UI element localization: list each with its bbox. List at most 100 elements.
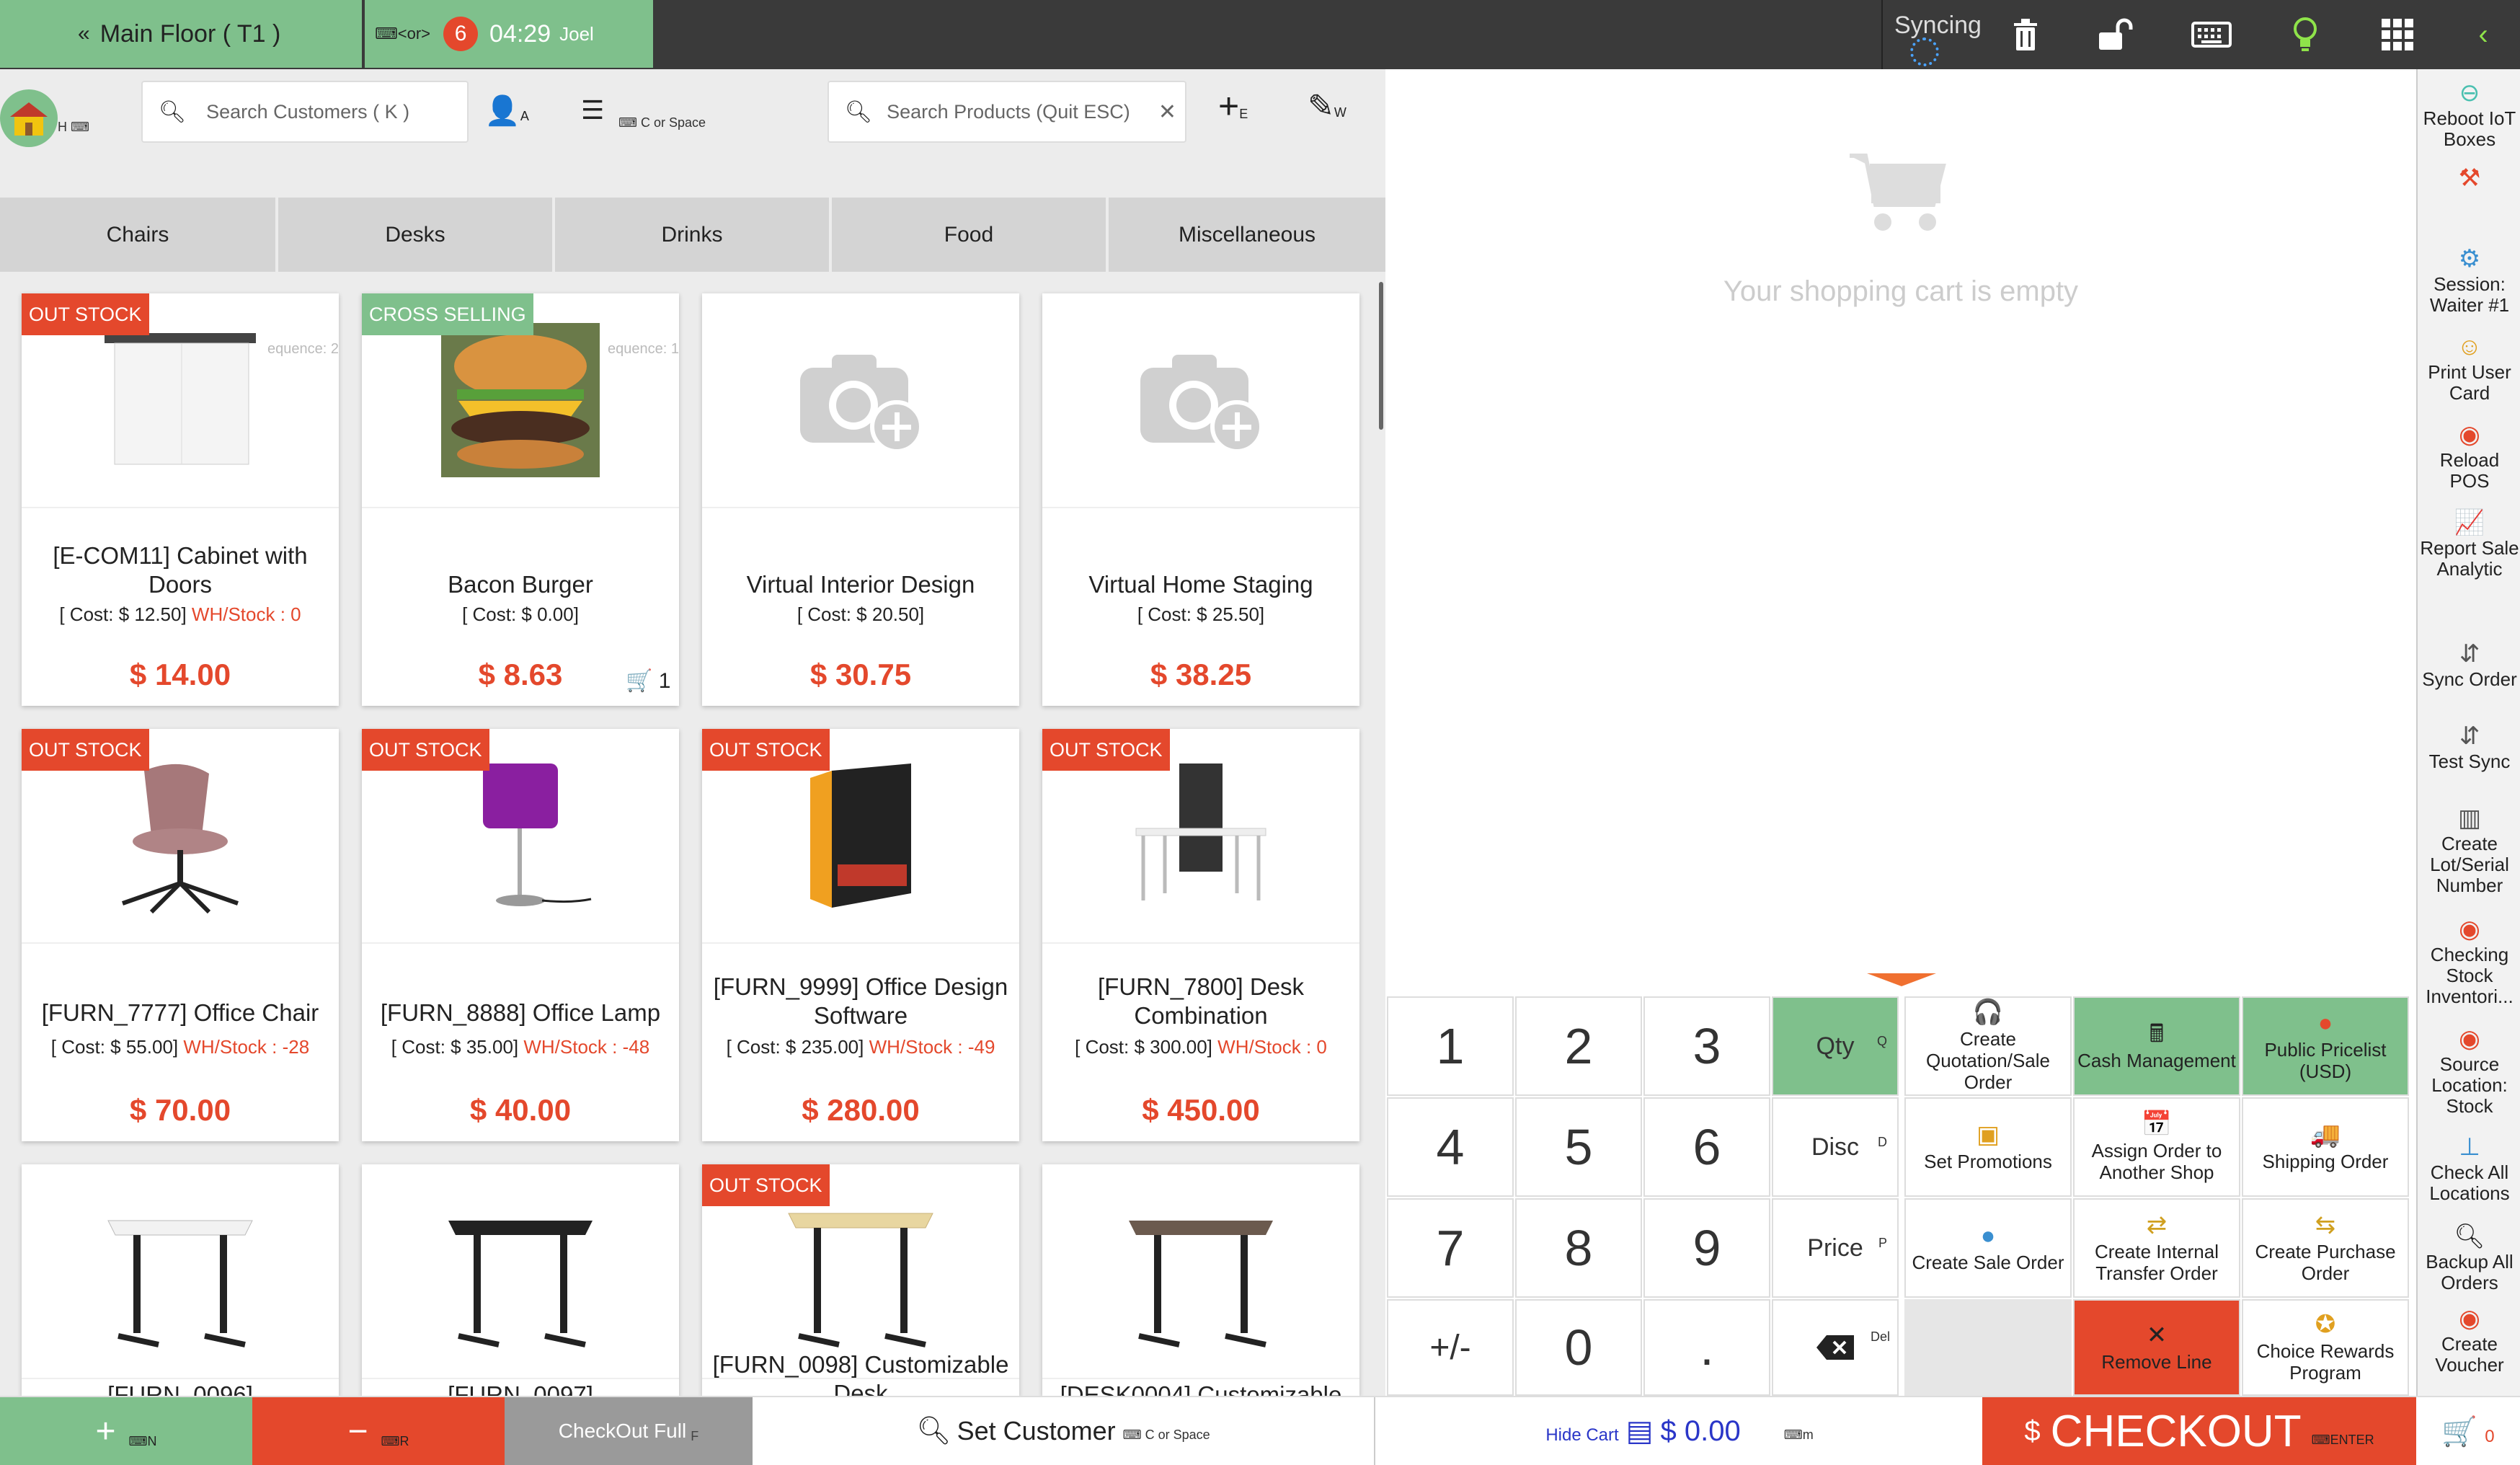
check-locations-button[interactable]: ⊥ Check All Locations — [2418, 1133, 2520, 1204]
assign-order-button[interactable]: 📅 Assign Order to Another Shop — [2073, 1097, 2240, 1197]
cross-selling-badge: CROSS SELLING — [362, 293, 533, 335]
checking-stock-button[interactable]: ◉ Checking Stock Inventori... — [2418, 916, 2520, 1007]
test-sync-button[interactable]: ⇵ Test Sync — [2418, 722, 2520, 772]
sync-order-button[interactable]: ⇵ Sync Order — [2418, 640, 2520, 690]
numpad-key-plusminus[interactable]: +/- — [1387, 1299, 1514, 1396]
price-mode-button[interactable]: Price P — [1772, 1198, 1899, 1298]
numpad-key-0[interactable]: 0 — [1515, 1299, 1642, 1396]
print-user-card-button[interactable]: ☺ Print User Card — [2418, 333, 2520, 404]
add-product-icon[interactable]: +E — [1218, 85, 1248, 127]
barcode-icon: ▥ — [2457, 805, 2482, 832]
create-voucher-button[interactable]: ◉ Create Voucher — [2418, 1305, 2520, 1376]
lightbulb-icon[interactable] — [2276, 0, 2334, 69]
category-chairs[interactable]: Chairs — [0, 198, 275, 272]
product-price: $ 450.00 — [1142, 1093, 1260, 1127]
customer-search-input[interactable]: Search Customers ( K ) — [206, 101, 409, 123]
product-name: [E-COM11] Cabinet with Doors — [53, 542, 308, 598]
hide-cart-link[interactable]: Hide Cart — [1545, 1425, 1618, 1446]
unlock-icon[interactable] — [2087, 0, 2144, 69]
minus-quantity-button[interactable]: − ⌨R — [252, 1397, 505, 1465]
numpad-key-8[interactable]: 8 — [1515, 1198, 1642, 1298]
top-bar: « Main Floor ( T1 ) ⌨<or> 6 04:29 Joel S… — [0, 0, 2520, 69]
product-search-input[interactable]: Search Products (Quit ESC) — [887, 101, 1130, 123]
checkout-full-button[interactable]: CheckOut Full F — [505, 1397, 753, 1465]
keyboard-icon[interactable] — [2183, 0, 2240, 69]
report-sale-button[interactable]: 📈 Report Sale Analytic — [2418, 509, 2520, 580]
product-cost: [ Cost: $ 35.00] WH/Stock : -48 — [391, 1036, 650, 1058]
remove-line-button[interactable]: ✕ Remove Line — [2073, 1299, 2240, 1396]
shop-logo-icon[interactable] — [0, 89, 58, 147]
clear-search-icon[interactable]: ✕ — [1158, 99, 1176, 125]
session-button[interactable]: ⚙ Session: Waiter #1 — [2418, 245, 2520, 316]
customer-search[interactable]: 🔍︎ Search Customers ( K ) — [141, 81, 469, 143]
category-food[interactable]: Food — [832, 198, 1106, 272]
trash-icon[interactable] — [1997, 0, 2054, 69]
product-card[interactable]: [FURN_0096] — [22, 1164, 339, 1396]
collapse-arrow-icon[interactable] — [1867, 973, 1936, 986]
numpad-key-1[interactable]: 1 — [1387, 996, 1514, 1096]
reboot-iot-button[interactable]: ⊖ Reboot IoT Boxes — [2418, 79, 2520, 150]
reload-pos-button[interactable]: ◉ Reload POS — [2418, 421, 2520, 492]
edit-pencil-icon[interactable]: ✎W — [1308, 88, 1346, 125]
product-card[interactable]: OUT STOCK [FURN_8888] Office Lamp [ Cost… — [362, 729, 679, 1141]
create-quotation-button[interactable]: 🎧 Create Quotation/Sale Order — [1904, 996, 2072, 1096]
purchase-order-button[interactable]: ⇆ Create Purchase Order — [2242, 1198, 2409, 1298]
numpad-key-dot[interactable]: . — [1643, 1299, 1770, 1396]
collapse-chevron-icon[interactable]: ‹ — [2458, 0, 2508, 69]
floor-button[interactable]: « Main Floor ( T1 ) — [0, 0, 362, 68]
calendar-icon: 📅 — [2141, 1110, 2173, 1138]
internal-transfer-button[interactable]: ⇄ Create Internal Transfer Order — [2073, 1198, 2240, 1298]
category-desks[interactable]: Desks — [278, 198, 552, 272]
add-customer-icon[interactable]: 👤A — [484, 94, 529, 128]
numpad-key-4[interactable]: 4 — [1387, 1097, 1514, 1197]
numpad-key-6[interactable]: 6 — [1643, 1097, 1770, 1197]
tools-icon: ⚒ — [2458, 164, 2481, 192]
checkout-button[interactable]: $ CHECKOUT ⌨ENTER — [1982, 1397, 2416, 1465]
create-lot-button[interactable]: ▥ Create Lot/Serial Number — [2418, 805, 2520, 896]
product-image-desk-white — [22, 1164, 339, 1378]
cart-count-button[interactable]: 🛒 0 — [2416, 1397, 2520, 1465]
set-customer-button[interactable]: 🔍︎ Set Customer ⌨ C or Space — [753, 1397, 1375, 1465]
product-card[interactable]: OUT STOCK equence: 2 [E-COM11] Cabinet w… — [22, 293, 339, 706]
plus-icon: + — [95, 1412, 116, 1451]
add-quantity-button[interactable]: + ⌨N — [0, 1397, 252, 1465]
orders-button[interactable]: ⌨<or> 6 04:29 Joel — [365, 0, 653, 68]
cash-management-button[interactable]: 🖩 Cash Management — [2073, 996, 2240, 1096]
numpad-key-5[interactable]: 5 — [1515, 1097, 1642, 1197]
disc-mode-button[interactable]: Disc D — [1772, 1097, 1899, 1197]
product-price: $ 14.00 — [129, 658, 231, 691]
product-card[interactable]: Virtual Interior Design [ Cost: $ 20.50]… — [702, 293, 1019, 706]
product-name: [FURN_7800] Desk Combination — [1097, 973, 1305, 1029]
shipping-order-button[interactable]: 🚚 Shipping Order — [2242, 1097, 2409, 1197]
set-promotions-button[interactable]: ▣ Set Promotions — [1904, 1097, 2072, 1197]
product-search[interactable]: 🔍︎ Search Products (Quit ESC) ✕ — [828, 81, 1186, 143]
product-card[interactable]: Virtual Home Staging [ Cost: $ 25.50] $ … — [1042, 293, 1359, 706]
numpad-key-3[interactable]: 3 — [1643, 996, 1770, 1096]
list-view-icon[interactable]: ☰ — [581, 95, 604, 125]
backspace-button[interactable]: Del — [1772, 1299, 1899, 1396]
rewards-program-button[interactable]: ✪ Choice Rewards Program — [2242, 1299, 2409, 1396]
numpad-key-2[interactable]: 2 — [1515, 996, 1642, 1096]
numpad-key-9[interactable]: 9 — [1643, 1198, 1770, 1298]
product-card[interactable]: OUT STOCK [FURN_9999] Office Design Soft… — [702, 729, 1019, 1141]
category-miscellaneous[interactable]: Miscellaneous — [1109, 198, 1385, 272]
apps-grid-icon[interactable] — [2369, 0, 2426, 69]
product-price: $ 280.00 — [802, 1093, 920, 1127]
numpad-key-7[interactable]: 7 — [1387, 1198, 1514, 1298]
product-card[interactable]: OUT STOCK [FURN_7777] Office Chair [ Cos… — [22, 729, 339, 1141]
headset-icon: 🎧 — [1972, 999, 2004, 1026]
tools-button[interactable]: ⚒ — [2418, 164, 2520, 193]
product-card[interactable]: OUT STOCK [FURN_0098] Customizable Desk — [702, 1164, 1019, 1396]
product-card[interactable]: [DESK0004] Customizable — [1042, 1164, 1359, 1396]
product-card[interactable]: CROSS SELLING equence: 1 Bacon Burger [ … — [362, 293, 679, 706]
qty-mode-button[interactable]: Qty Q — [1772, 996, 1899, 1096]
backup-orders-button[interactable]: 🔍︎ Backup All Orders — [2418, 1223, 2520, 1293]
source-location-button[interactable]: ◉ Source Location: Stock — [2418, 1025, 2520, 1117]
pricelist-button[interactable]: ● Public Pricelist (USD) — [2242, 996, 2409, 1096]
create-sale-order-button[interactable]: ● Create Sale Order — [1904, 1198, 2072, 1298]
product-card[interactable]: [FURN_0097] — [362, 1164, 679, 1396]
product-name: [FURN_9999] Office Design Software — [713, 973, 1008, 1029]
category-drinks[interactable]: Drinks — [555, 198, 829, 272]
product-card[interactable]: OUT STOCK [FURN_7800] Desk Combination [… — [1042, 729, 1359, 1141]
product-scrollbar[interactable] — [1379, 282, 1383, 430]
